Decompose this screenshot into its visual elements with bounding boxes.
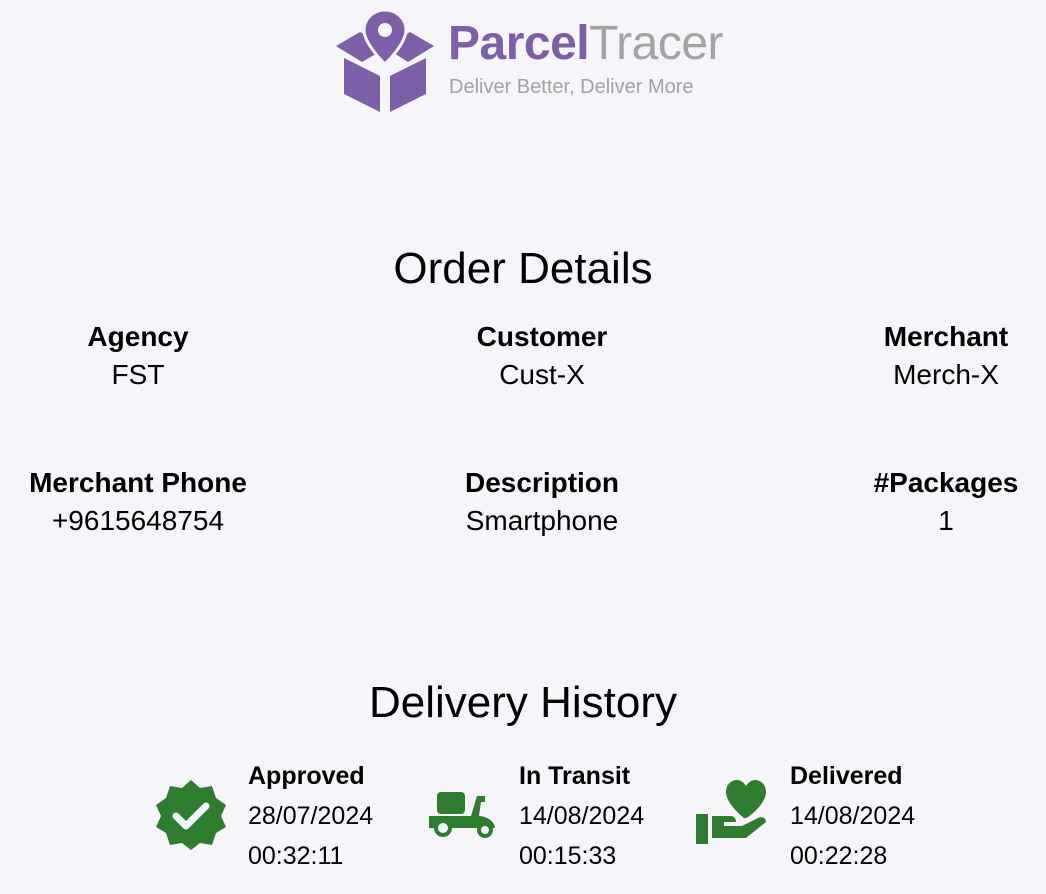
history-step-delivered: Delivered 14/08/2024 00:22:28	[696, 756, 946, 876]
field-merchant-phone: Merchant Phone +9615648754	[0, 466, 288, 538]
brand-name-part2: Tracer	[589, 17, 724, 70]
order-details-title: Order Details	[393, 244, 653, 293]
delivery-history-title: Delivery History	[368, 678, 678, 727]
field-agency: Agency FST	[0, 320, 288, 392]
step-time: 00:15:33	[519, 842, 617, 870]
field-description: Description Smartphone	[392, 466, 692, 538]
history-step-approved: Approved 28/07/2024 00:32:11	[154, 756, 404, 876]
field-value: FST	[111, 359, 165, 390]
step-time: 00:32:11	[248, 842, 344, 870]
field-merchant: Merchant Merch-X	[796, 320, 1046, 392]
scooter-icon	[429, 792, 495, 838]
field-value: +9615648754	[51, 505, 225, 536]
field-label: #Packages	[873, 467, 1019, 498]
step-status: Approved	[248, 762, 365, 790]
field-label: Agency	[87, 321, 189, 352]
field-label: Merchant	[883, 321, 1009, 352]
step-text: Approved 28/07/2024 00:32:11	[248, 756, 373, 876]
step-date: 28/07/2024	[248, 802, 374, 830]
step-date: 14/08/2024	[790, 802, 916, 830]
history-step-in-transit: In Transit 14/08/2024 00:15:33	[427, 756, 677, 876]
step-status: In Transit	[519, 762, 631, 790]
logo: ParcelTracer Deliver Better, Deliver Mor…	[330, 8, 770, 118]
step-status: Delivered	[790, 762, 903, 790]
step-date: 14/08/2024	[519, 802, 645, 830]
brand-name: ParcelTracer	[448, 17, 724, 70]
field-label: Customer	[476, 321, 608, 352]
field-label: Merchant Phone	[29, 467, 247, 498]
verified-badge-icon	[156, 780, 226, 850]
parcel-box-icon	[336, 8, 434, 112]
brand-name-part1: Parcel	[448, 17, 590, 70]
field-value: 1	[938, 505, 954, 536]
field-packages: #Packages 1	[796, 466, 1046, 538]
field-label: Description	[464, 467, 620, 498]
step-text: In Transit 14/08/2024 00:15:33	[519, 756, 644, 876]
field-value: Cust-X	[499, 359, 585, 390]
brand-tagline: Deliver Better, Deliver More	[449, 76, 694, 98]
hand-heart-icon	[696, 780, 766, 844]
step-time: 00:22:28	[790, 842, 888, 870]
field-value: Smartphone	[465, 505, 619, 536]
field-customer: Customer Cust-X	[392, 320, 692, 392]
step-text: Delivered 14/08/2024 00:22:28	[790, 756, 915, 876]
field-value: Merch-X	[893, 359, 999, 390]
